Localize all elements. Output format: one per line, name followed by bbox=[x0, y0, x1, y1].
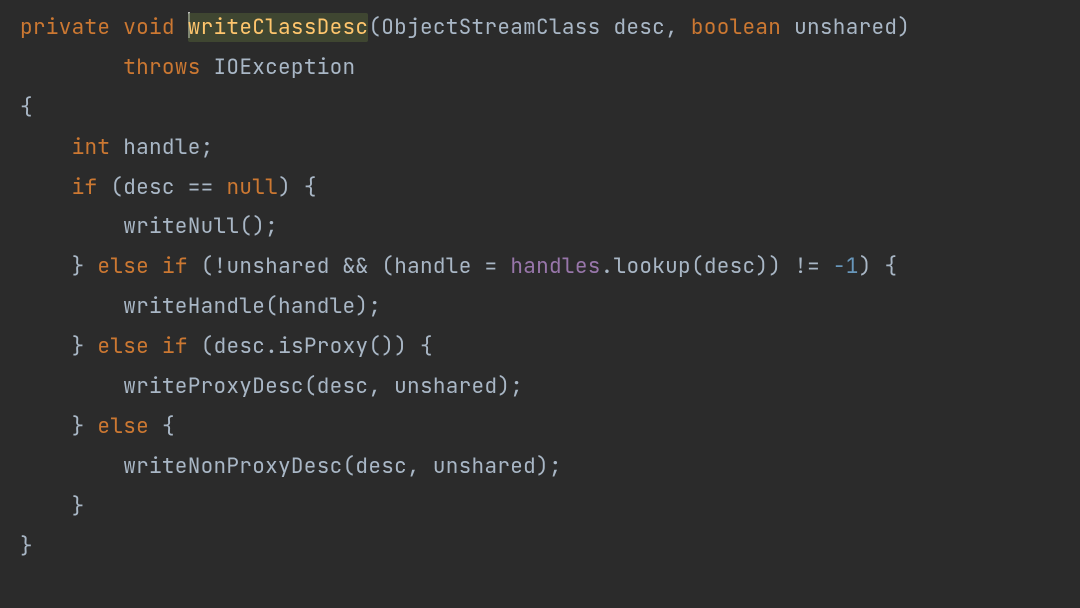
code-line[interactable]: } bbox=[0, 527, 1080, 567]
var-handle: handle bbox=[123, 134, 200, 161]
brace-close: } bbox=[72, 413, 85, 440]
brace-close: } bbox=[72, 493, 85, 520]
method-call: writeNonProxyDesc bbox=[123, 453, 342, 480]
op-noteq: != bbox=[794, 253, 820, 280]
comma: , bbox=[368, 373, 381, 400]
paren-open: ( bbox=[239, 213, 252, 240]
paren-close: ) bbox=[755, 253, 768, 280]
code-line[interactable]: writeNull(); bbox=[0, 207, 1080, 247]
var-desc: desc bbox=[123, 174, 175, 201]
semicolon: ; bbox=[368, 293, 381, 320]
keyword-throws: throws bbox=[123, 54, 200, 81]
exception-type: IOException bbox=[214, 54, 356, 81]
keyword-boolean: boolean bbox=[691, 14, 781, 41]
method-call: isProxy bbox=[278, 333, 368, 360]
method-call: writeProxyDesc bbox=[123, 373, 304, 400]
paren-close: ) bbox=[859, 253, 872, 280]
method-declaration-name: writeClassDesc bbox=[188, 13, 369, 42]
semicolon: ; bbox=[510, 373, 523, 400]
paren-close: ) bbox=[768, 253, 781, 280]
param-name: unshared bbox=[794, 14, 897, 41]
keyword-if: if bbox=[162, 333, 188, 360]
paren-open: ( bbox=[368, 333, 381, 360]
method-call: writeNull bbox=[123, 213, 239, 240]
semicolon: ; bbox=[201, 134, 214, 161]
paren-close: ) bbox=[497, 373, 510, 400]
brace-open: { bbox=[20, 94, 33, 121]
code-line[interactable]: } else if (!unshared && (handle = handle… bbox=[0, 247, 1080, 287]
var-unshared: unshared bbox=[226, 253, 329, 280]
var-desc: desc bbox=[355, 453, 407, 480]
brace-open: { bbox=[420, 333, 433, 360]
op-assign: = bbox=[485, 253, 498, 280]
code-line[interactable]: { bbox=[0, 88, 1080, 128]
number-literal: -1 bbox=[833, 253, 859, 280]
paren-open: ( bbox=[110, 174, 123, 201]
paren-close: ) bbox=[536, 453, 549, 480]
code-line[interactable]: } else if (desc.isProxy()) { bbox=[0, 327, 1080, 367]
paren-open: ( bbox=[381, 253, 394, 280]
paren-close: ) bbox=[381, 333, 394, 360]
paren-open: ( bbox=[343, 453, 356, 480]
paren-open: ( bbox=[201, 333, 214, 360]
keyword-if: if bbox=[162, 253, 188, 280]
keyword-else: else bbox=[97, 333, 149, 360]
code-line[interactable]: private void writeClassDesc(ObjectStream… bbox=[0, 8, 1080, 48]
keyword-private: private bbox=[20, 14, 110, 41]
keyword-int: int bbox=[72, 134, 111, 161]
var-desc: desc bbox=[317, 373, 369, 400]
keyword-void: void bbox=[123, 14, 175, 41]
brace-close: } bbox=[72, 253, 85, 280]
paren-open: ( bbox=[368, 14, 381, 41]
keyword-null: null bbox=[226, 174, 278, 201]
method-call: lookup bbox=[614, 253, 691, 280]
paren-close: ) bbox=[897, 14, 910, 41]
var-desc: desc bbox=[214, 333, 266, 360]
paren-open: ( bbox=[304, 373, 317, 400]
code-editor[interactable]: private void writeClassDesc(ObjectStream… bbox=[0, 8, 1080, 566]
semicolon: ; bbox=[265, 213, 278, 240]
brace-open: { bbox=[885, 253, 898, 280]
paren-close: ) bbox=[278, 174, 291, 201]
op-eqeq: == bbox=[188, 174, 214, 201]
code-line[interactable]: } bbox=[0, 487, 1080, 527]
paren-close: ) bbox=[252, 213, 265, 240]
paren-close: ) bbox=[355, 293, 368, 320]
paren-open: ( bbox=[691, 253, 704, 280]
code-line[interactable]: writeProxyDesc(desc, unshared); bbox=[0, 367, 1080, 407]
op-and: && bbox=[343, 253, 369, 280]
var-unshared: unshared bbox=[433, 453, 536, 480]
brace-open: { bbox=[162, 413, 175, 440]
var-unshared: unshared bbox=[394, 373, 497, 400]
code-line[interactable]: } else { bbox=[0, 407, 1080, 447]
method-call: writeHandle bbox=[123, 293, 265, 320]
brace-close: } bbox=[20, 533, 33, 560]
var-handle: handle bbox=[278, 293, 355, 320]
code-line[interactable]: throws IOException bbox=[0, 48, 1080, 88]
keyword-else: else bbox=[97, 253, 149, 280]
field-handles: handles bbox=[510, 253, 600, 280]
code-line[interactable]: if (desc == null) { bbox=[0, 168, 1080, 208]
code-line[interactable]: writeNonProxyDesc(desc, unshared); bbox=[0, 447, 1080, 487]
comma: , bbox=[407, 453, 420, 480]
paren-close: ) bbox=[394, 333, 407, 360]
op-not: ! bbox=[214, 253, 227, 280]
semicolon: ; bbox=[549, 453, 562, 480]
brace-open: { bbox=[304, 174, 317, 201]
comma: , bbox=[665, 14, 678, 41]
keyword-else: else bbox=[97, 413, 149, 440]
code-line[interactable]: int handle; bbox=[0, 128, 1080, 168]
var-desc: desc bbox=[704, 253, 756, 280]
paren-open: ( bbox=[201, 253, 214, 280]
var-handle: handle bbox=[394, 253, 471, 280]
param-type: ObjectStreamClass bbox=[381, 14, 600, 41]
paren-open: ( bbox=[265, 293, 278, 320]
param-name: desc bbox=[613, 14, 665, 41]
keyword-if: if bbox=[72, 174, 98, 201]
dot: . bbox=[265, 333, 278, 360]
brace-close: } bbox=[72, 333, 85, 360]
code-line[interactable]: writeHandle(handle); bbox=[0, 287, 1080, 327]
dot: . bbox=[601, 253, 614, 280]
